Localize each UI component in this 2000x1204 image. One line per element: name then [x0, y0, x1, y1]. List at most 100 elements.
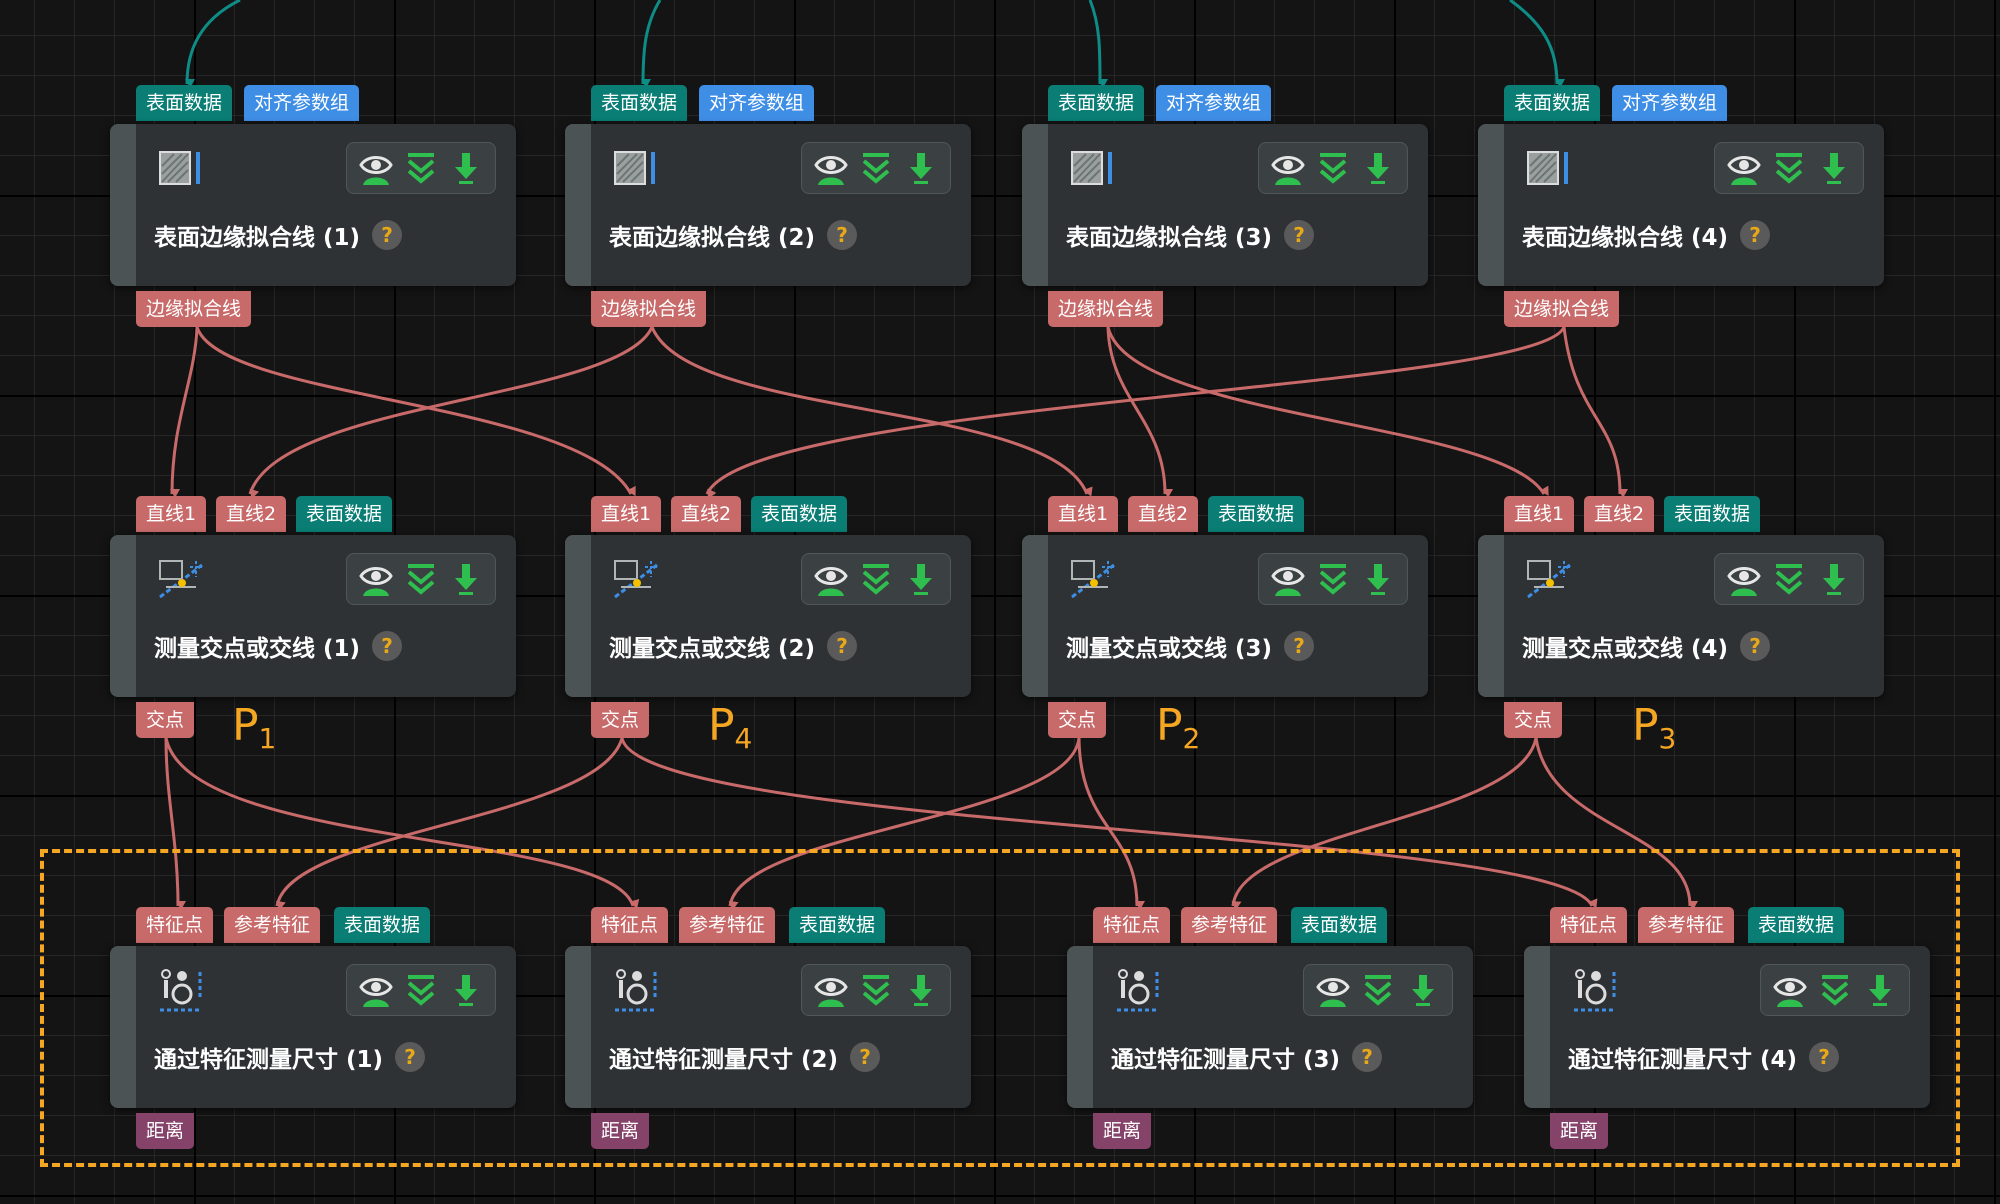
selection-box: [40, 849, 1960, 1167]
node-title: 表面边缘拟合线 (4)?: [1522, 218, 1771, 252]
node-measure-intersection-1[interactable]: 测量交点或交线 (1)?: [110, 535, 516, 697]
node-toolbar: [801, 553, 951, 605]
measure-intersection-icon: [1524, 557, 1576, 603]
download-icon[interactable]: [1816, 559, 1852, 599]
node-toolbar: [1714, 142, 1864, 194]
help-icon[interactable]: ?: [372, 220, 403, 250]
node-title: 测量交点或交线 (4)?: [1522, 629, 1771, 663]
collapse-icon[interactable]: [1315, 559, 1351, 599]
input-port-surface-data[interactable]: 表面数据: [1504, 85, 1601, 121]
node-drag-handle[interactable]: [1478, 535, 1504, 697]
node-drag-handle[interactable]: [565, 124, 591, 286]
node-title-text: 表面边缘拟合线 (2): [609, 225, 816, 251]
input-port-line1[interactable]: 直线1: [136, 496, 207, 532]
input-port-surface-data[interactable]: 表面数据: [1208, 496, 1305, 532]
download-icon[interactable]: [1816, 148, 1852, 188]
collapse-icon[interactable]: [403, 559, 439, 599]
point-label-p2: P2: [1156, 700, 1201, 755]
output-port-intersection[interactable]: 交点: [591, 702, 650, 738]
help-icon[interactable]: ?: [1284, 220, 1315, 250]
wire-in-4: [1509, 0, 1565, 88]
input-port-line2[interactable]: 直线2: [671, 496, 742, 532]
input-port-line2[interactable]: 直线2: [216, 496, 287, 532]
node-drag-handle[interactable]: [110, 124, 136, 286]
node-toolbar: [1258, 142, 1408, 194]
node-measure-intersection-3[interactable]: 测量交点或交线 (3)?: [1022, 535, 1428, 697]
wire-in-2: [641, 0, 662, 89]
help-icon[interactable]: ?: [1284, 631, 1315, 661]
output-port-edge-fit-line[interactable]: 边缘拟合线: [1504, 291, 1620, 327]
input-port-line2[interactable]: 直线2: [1584, 496, 1655, 532]
collapse-icon[interactable]: [403, 148, 439, 188]
help-icon[interactable]: ?: [827, 631, 858, 661]
eye-icon[interactable]: [358, 559, 394, 599]
node-drag-handle[interactable]: [1022, 535, 1048, 697]
download-icon[interactable]: [448, 148, 484, 188]
eye-icon[interactable]: [813, 559, 849, 599]
node-measure-intersection-4[interactable]: 测量交点或交线 (4)?: [1478, 535, 1884, 697]
collapse-icon[interactable]: [858, 148, 894, 188]
input-port-line1[interactable]: 直线1: [591, 496, 662, 532]
eye-icon[interactable]: [1726, 148, 1762, 188]
collapse-icon[interactable]: [858, 559, 894, 599]
help-icon[interactable]: ?: [1740, 631, 1771, 661]
node-edge-fit-line-1[interactable]: 表面边缘拟合线 (1)?: [110, 124, 516, 286]
eye-icon[interactable]: [1270, 148, 1306, 188]
download-icon[interactable]: [903, 559, 939, 599]
input-port-align-params[interactable]: 对齐参数组: [244, 85, 360, 121]
eye-icon[interactable]: [358, 148, 394, 188]
node-title: 表面边缘拟合线 (1)?: [154, 218, 403, 252]
eye-icon[interactable]: [813, 148, 849, 188]
help-icon[interactable]: ?: [1740, 220, 1771, 250]
input-port-align-params[interactable]: 对齐参数组: [1612, 85, 1728, 121]
edge-fit-line-icon: [156, 146, 208, 192]
node-drag-handle[interactable]: [1478, 124, 1504, 286]
wire-in-3: [1088, 0, 1108, 88]
eye-icon[interactable]: [1726, 559, 1762, 599]
node-title-text: 表面边缘拟合线 (4): [1522, 225, 1729, 251]
output-port-intersection[interactable]: 交点: [1504, 702, 1563, 738]
node-edge-fit-line-3[interactable]: 表面边缘拟合线 (3)?: [1022, 124, 1428, 286]
download-icon[interactable]: [903, 148, 939, 188]
eye-icon[interactable]: [1270, 559, 1306, 599]
input-port-line1[interactable]: 直线1: [1504, 496, 1575, 532]
collapse-icon[interactable]: [1771, 559, 1807, 599]
input-port-surface-data[interactable]: 表面数据: [1048, 85, 1145, 121]
node-title-text: 表面边缘拟合线 (3): [1066, 225, 1273, 251]
input-port-align-params[interactable]: 对齐参数组: [699, 85, 815, 121]
output-port-intersection[interactable]: 交点: [1048, 702, 1107, 738]
input-port-surface-data[interactable]: 表面数据: [136, 85, 233, 121]
measure-intersection-icon: [611, 557, 663, 603]
wire-in-1: [185, 0, 241, 89]
node-title-text: 表面边缘拟合线 (1): [154, 225, 361, 251]
input-port-surface-data[interactable]: 表面数据: [751, 496, 848, 532]
download-icon[interactable]: [1360, 148, 1396, 188]
download-icon[interactable]: [448, 559, 484, 599]
input-port-line2[interactable]: 直线2: [1128, 496, 1199, 532]
node-title-text: 测量交点或交线 (3): [1066, 636, 1273, 662]
node-toolbar: [346, 142, 496, 194]
point-label-p3: P3: [1632, 700, 1677, 755]
input-port-surface-data[interactable]: 表面数据: [296, 496, 393, 532]
output-port-intersection[interactable]: 交点: [136, 702, 195, 738]
node-title-text: 测量交点或交线 (4): [1522, 636, 1729, 662]
collapse-icon[interactable]: [1315, 148, 1351, 188]
node-title: 表面边缘拟合线 (3)?: [1066, 218, 1315, 252]
download-icon[interactable]: [1360, 559, 1396, 599]
input-port-align-params[interactable]: 对齐参数组: [1156, 85, 1272, 121]
node-drag-handle[interactable]: [1022, 124, 1048, 286]
input-port-surface-data[interactable]: 表面数据: [1664, 496, 1761, 532]
help-icon[interactable]: ?: [372, 631, 403, 661]
node-measure-intersection-2[interactable]: 测量交点或交线 (2)?: [565, 535, 971, 697]
collapse-icon[interactable]: [1771, 148, 1807, 188]
input-port-surface-data[interactable]: 表面数据: [591, 85, 688, 121]
help-icon[interactable]: ?: [827, 220, 858, 250]
output-port-edge-fit-line[interactable]: 边缘拟合线: [1048, 291, 1164, 327]
node-drag-handle[interactable]: [565, 535, 591, 697]
output-port-edge-fit-line[interactable]: 边缘拟合线: [591, 291, 707, 327]
node-drag-handle[interactable]: [110, 535, 136, 697]
node-edge-fit-line-2[interactable]: 表面边缘拟合线 (2)?: [565, 124, 971, 286]
output-port-edge-fit-line[interactable]: 边缘拟合线: [136, 291, 252, 327]
node-edge-fit-line-4[interactable]: 表面边缘拟合线 (4)?: [1478, 124, 1884, 286]
input-port-line1[interactable]: 直线1: [1048, 496, 1119, 532]
